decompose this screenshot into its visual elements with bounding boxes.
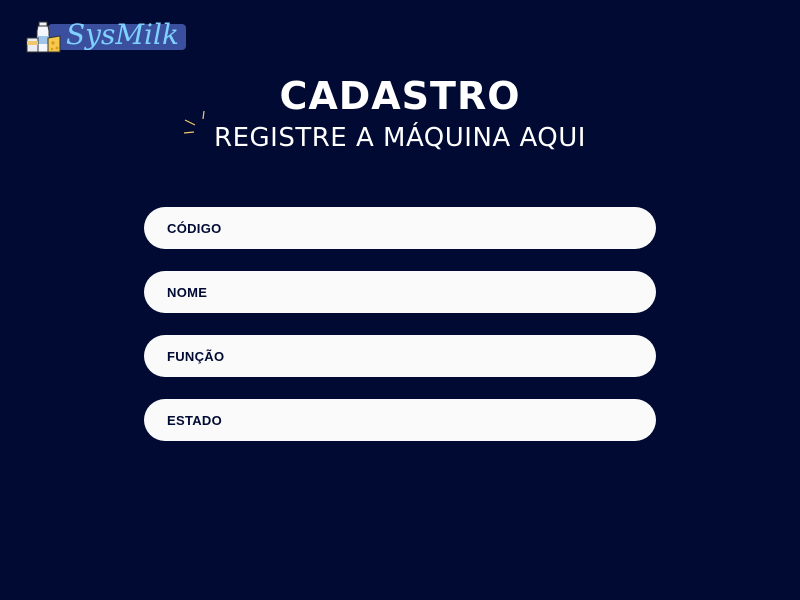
app-logo: SysMilk <box>24 16 190 72</box>
nome-field[interactable]: NOME <box>144 271 656 313</box>
funcao-field-label: FUNÇÃO <box>167 348 225 364</box>
logo-text: SysMilk <box>66 18 179 51</box>
page-subtitle: REGISTRE A MÁQUINA AQUI <box>214 123 586 153</box>
codigo-field-label: CÓDIGO <box>167 220 222 236</box>
page-title: CADASTRO <box>279 74 521 118</box>
codigo-field[interactable]: CÓDIGO <box>144 207 656 249</box>
funcao-field[interactable]: FUNÇÃO <box>144 335 656 377</box>
nome-field-label: NOME <box>167 284 208 300</box>
milk-products-icon <box>26 21 61 53</box>
estado-field[interactable]: ESTADO <box>144 399 656 441</box>
estado-field-label: ESTADO <box>167 412 223 428</box>
